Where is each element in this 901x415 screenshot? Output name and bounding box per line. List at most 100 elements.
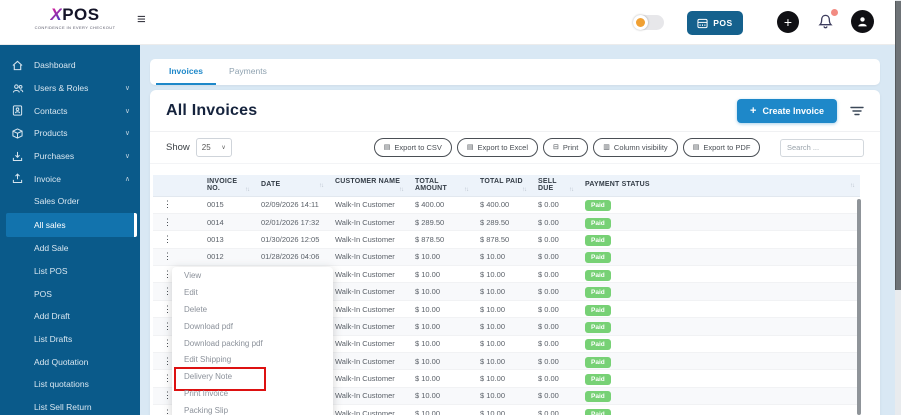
brand-x: X (50, 5, 63, 24)
row-actions-icon[interactable]: ⋮ (159, 373, 172, 383)
row-actions-icon[interactable]: ⋮ (159, 321, 172, 331)
quick-add-button[interactable]: + (777, 11, 799, 33)
cell-total-paid: $ 10.00 (474, 369, 532, 388)
export-button[interactable]: ▤ Export to CSV (373, 138, 452, 157)
cell-actions: ⋮ (153, 230, 201, 249)
column-sell-due[interactable]: SELL DUE ↑↓ (532, 175, 579, 197)
cell-total-amount: $ 10.00 (409, 404, 474, 415)
cell-customer-name: Walk-In Customer (329, 282, 409, 301)
context-menu-item[interactable]: Print Invoice (172, 386, 333, 403)
row-context-menu: View Edit Delete Download pdf Download p… (172, 267, 333, 415)
sidebar-item-label: Contacts (34, 105, 68, 116)
sidebar-submenu-item[interactable]: List Sell Return (0, 396, 140, 415)
column-payment-status[interactable]: PAYMENT STATUS ↑↓ (579, 175, 860, 197)
sort-icon[interactable]: ↑↓ (569, 187, 574, 193)
sidebar-submenu-item[interactable]: Sales Order (0, 190, 140, 213)
row-actions-icon[interactable]: ⋮ (159, 390, 172, 400)
row-actions-icon[interactable]: ⋮ (159, 217, 172, 227)
column-total-paid[interactable]: TOTAL PAID ↑↓ (474, 175, 532, 197)
cell-total-amount: $ 400.00 (409, 196, 474, 214)
show-entries-select[interactable]: 25 ∨ (195, 138, 232, 157)
sidebar-item-label: Purchases (34, 151, 75, 162)
create-invoice-button[interactable]: + Create Invoice (737, 98, 837, 123)
sidebar-submenu-item[interactable]: All sales (6, 212, 137, 237)
sidebar-submenu-item[interactable]: List Drafts (0, 328, 140, 351)
sort-icon[interactable]: ↑↓ (245, 187, 250, 193)
column-customer-name[interactable]: CUSTOMER NAME ↑↓ (329, 175, 409, 197)
sort-icon[interactable]: ↑↓ (464, 187, 469, 193)
sort-icon[interactable]: ↑↓ (319, 183, 324, 189)
context-menu-item[interactable]: Delete (172, 302, 333, 319)
tab-invoices[interactable]: Invoices (156, 59, 217, 85)
page-scrollbar[interactable] (895, 0, 901, 415)
sort-icon[interactable]: ↑↓ (850, 183, 855, 189)
cell-payment-status: Paid (579, 387, 860, 406)
sidebar-item-purchases[interactable]: Purchases ∨ (0, 145, 140, 168)
sidebar-submenu-item[interactable]: List POS (0, 260, 140, 283)
row-actions-icon[interactable]: ⋮ (159, 234, 172, 244)
context-menu-item[interactable]: Delivery Note (172, 367, 333, 392)
column-total-amount[interactable]: TOTAL AMOUNT ↑↓ (409, 175, 474, 197)
menu-icon[interactable]: ≡ (137, 11, 146, 28)
column-date[interactable]: DATE ↑↓ (255, 175, 329, 197)
export-button[interactable]: ▥ Column visibility (593, 138, 678, 157)
export-button[interactable]: ▤ Export to PDF (682, 138, 761, 157)
cell-total-paid: $ 400.00 (474, 196, 532, 214)
cell-date: 01/28/2026 04:06 (255, 248, 329, 267)
cell-payment-status: Paid (579, 352, 860, 371)
cell-customer-name: Walk-In Customer (329, 369, 409, 388)
context-menu-item[interactable]: Download packing pdf (172, 336, 333, 353)
row-actions-icon[interactable]: ⋮ (159, 356, 172, 366)
export-button[interactable]: ▤ Export to Excel (456, 138, 538, 157)
notifications-button[interactable] (817, 9, 838, 33)
row-actions-icon[interactable]: ⋮ (159, 199, 172, 209)
row-actions-icon[interactable]: ⋮ (159, 286, 172, 296)
context-menu-item[interactable]: Edit (172, 285, 333, 302)
row-actions-icon[interactable]: ⋮ (159, 408, 172, 415)
tab-payments[interactable]: Payments (216, 59, 280, 85)
table-scrollbar[interactable] (857, 199, 861, 415)
cell-total-paid: $ 10.00 (474, 387, 532, 406)
sidebar-submenu-item[interactable]: List quotations (0, 373, 140, 396)
column-invoice-no[interactable]: INVOICE NO. ↑↓ (201, 175, 255, 197)
status-badge: Paid (585, 391, 611, 403)
sidebar-item-invoice[interactable]: Invoice ∧ (0, 167, 140, 190)
search-input[interactable] (780, 138, 864, 157)
cell-actions: ⋮ (153, 196, 201, 214)
row-actions-icon[interactable]: ⋮ (159, 338, 172, 348)
row-actions-icon[interactable]: ⋮ (159, 269, 172, 279)
brand-tagline: CONFIDENCE IN EVERY CHECKOUT (34, 25, 116, 30)
table-controls: Show 25 ∨ ▤ Export to CSV ▤ Export to Ex… (150, 132, 880, 164)
sidebar-item-products[interactable]: Products ∨ (0, 122, 140, 145)
cell-payment-status: Paid (579, 265, 860, 284)
cell-total-paid: $ 10.00 (474, 300, 532, 319)
row-actions-icon[interactable]: ⋮ (159, 304, 172, 314)
cell-actions: ⋮ (153, 213, 201, 232)
sort-icon[interactable]: ↑↓ (399, 187, 404, 193)
cell-customer-name: Walk-In Customer (329, 213, 409, 232)
row-actions-icon[interactable]: ⋮ (159, 251, 172, 261)
export-button-label: Column visibility (613, 143, 668, 152)
sidebar-item-contacts[interactable]: Contacts ∨ (0, 99, 140, 122)
sidebar-submenu-item[interactable]: Add Sale (0, 237, 140, 260)
pos-button[interactable]: POS (687, 11, 743, 35)
theme-toggle[interactable] (633, 15, 664, 30)
page-scrollbar-thumb[interactable] (895, 1, 901, 290)
sidebar-submenu-item[interactable]: POS (0, 282, 140, 305)
sidebar-item-users-roles[interactable]: Users & Roles ∨ (0, 77, 140, 100)
context-menu-item[interactable]: Download pdf (172, 319, 333, 336)
sidebar-submenu-item[interactable]: Add Quotation (0, 350, 140, 373)
cell-customer-name: Walk-In Customer (329, 265, 409, 284)
sidebar-item-dashboard[interactable]: Dashboard (0, 54, 140, 77)
export-button[interactable]: ⊟ Print (543, 138, 589, 157)
filter-icon[interactable] (850, 105, 864, 117)
brand-logo[interactable]: XPOS CONFIDENCE IN EVERY CHECKOUT (30, 5, 120, 31)
toggle-knob-icon (633, 15, 648, 30)
status-badge: Paid (585, 252, 611, 264)
context-menu-item[interactable]: View (172, 268, 333, 285)
cell-date: 02/01/2026 17:32 (255, 213, 329, 232)
sidebar-submenu-item[interactable]: Add Draft (0, 305, 140, 328)
context-menu-item[interactable]: Packing Slip (172, 403, 333, 415)
user-avatar[interactable] (851, 10, 874, 33)
sort-icon[interactable]: ↑↓ (522, 187, 527, 193)
